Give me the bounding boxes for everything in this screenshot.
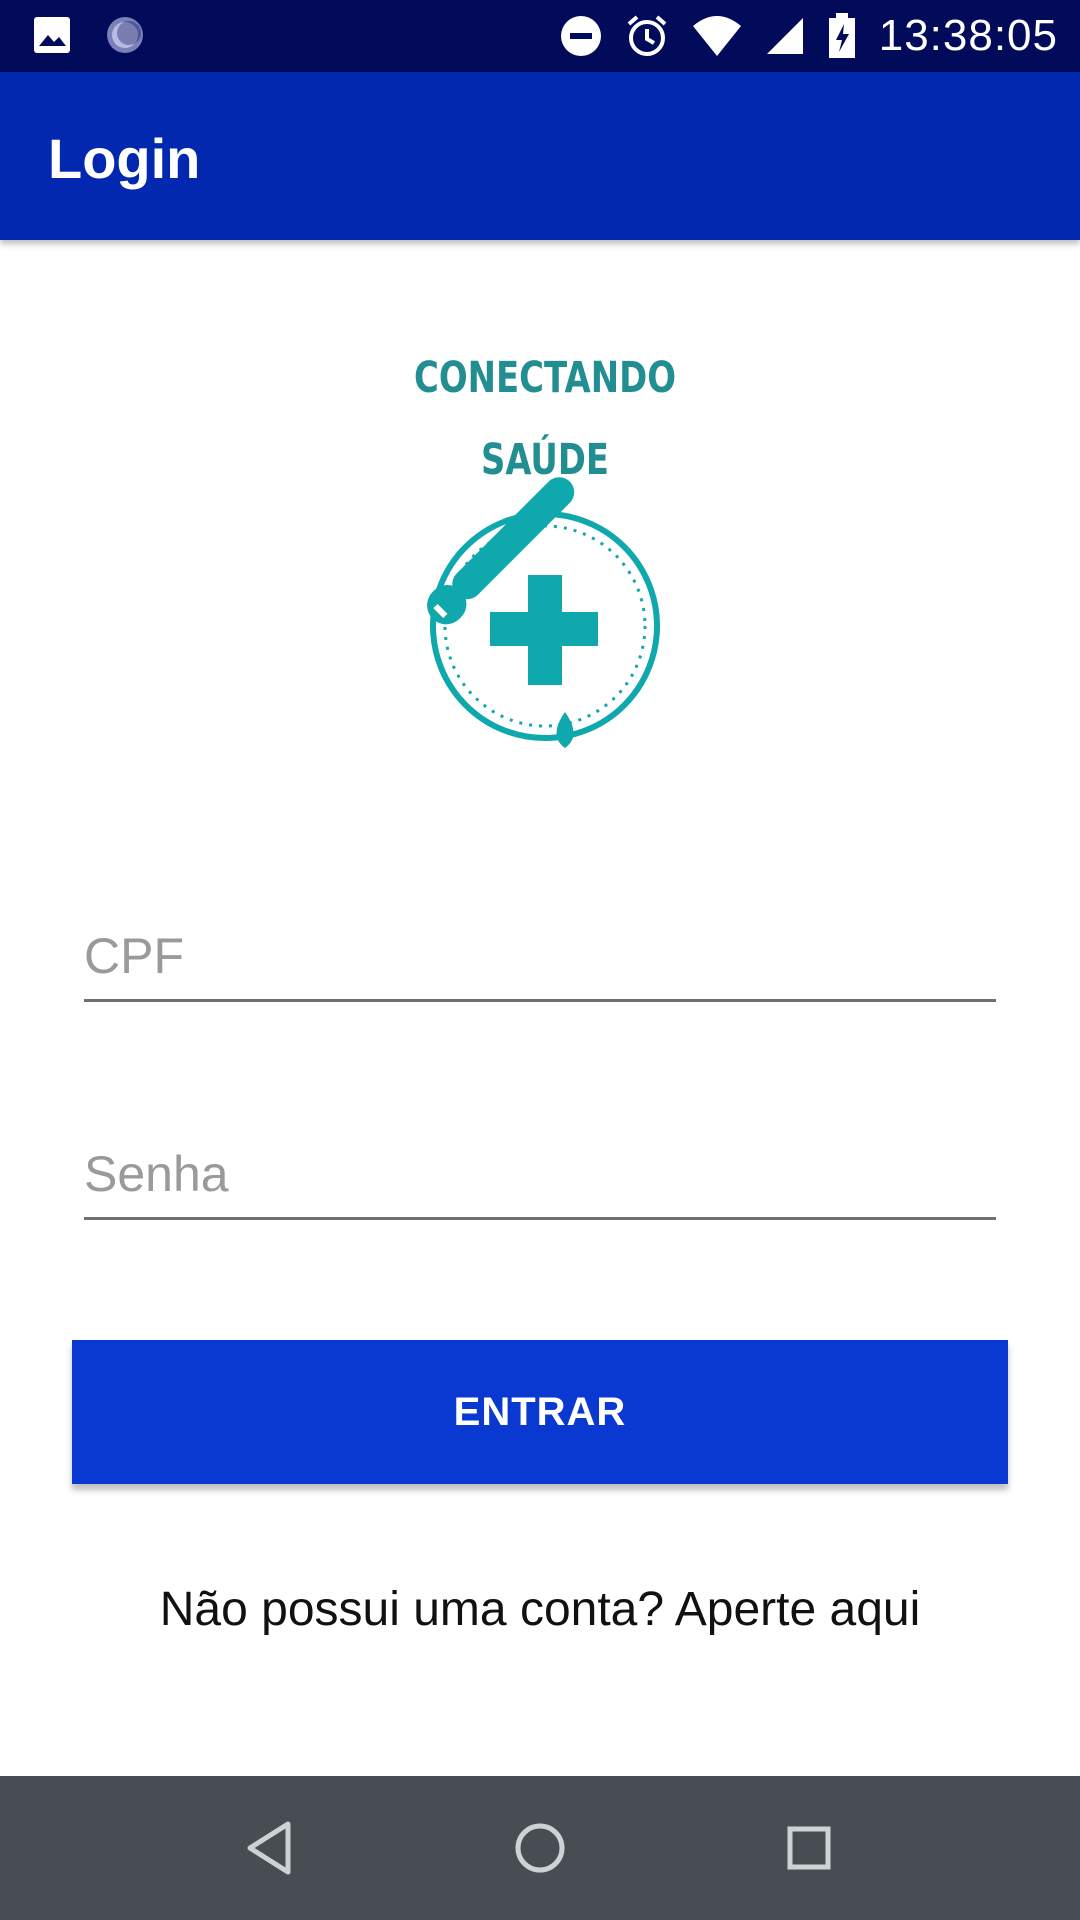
sync-notification-icon: [107, 17, 143, 53]
password-field[interactable]: [84, 1130, 996, 1220]
medical-dropper-icon: [427, 477, 660, 748]
clock: 13:38:05: [878, 11, 1058, 60]
logo-text-line2: SAÚDE: [481, 434, 609, 485]
image-notification-icon: [34, 17, 70, 53]
back-icon[interactable]: [232, 1810, 308, 1886]
app-logo: CONECTANDO SAÚDE: [414, 353, 676, 748]
app-bar: Login: [0, 72, 1080, 240]
logo-text-line1: CONECTANDO: [414, 353, 676, 403]
alarm-icon: [627, 15, 667, 56]
wifi-icon: [692, 16, 741, 56]
home-icon[interactable]: [502, 1810, 578, 1886]
page-title: Login: [48, 127, 201, 190]
login-button[interactable]: ENTRAR: [72, 1340, 1008, 1484]
navigation-bar: [0, 1776, 1080, 1920]
cpf-field[interactable]: [84, 912, 996, 1002]
battery-charging-icon: [828, 13, 855, 58]
do-not-disturb-icon: [560, 16, 601, 56]
status-bar: 13:38:05: [0, 0, 1080, 72]
recents-icon[interactable]: [771, 1810, 847, 1886]
cell-signal-icon: [766, 18, 803, 54]
signup-link[interactable]: Não possui uma conta? Aperte aqui: [0, 1582, 1080, 1637]
